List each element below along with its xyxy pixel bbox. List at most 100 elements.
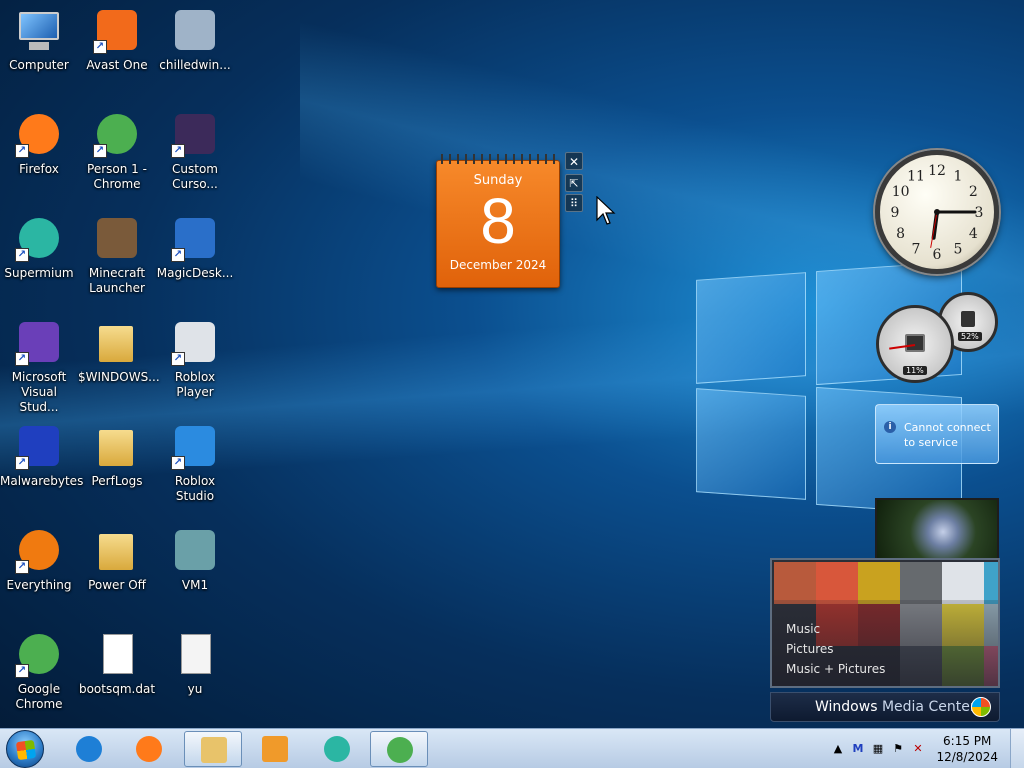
desktop-icon-label: Person 1 - Chrome bbox=[87, 162, 147, 191]
vm-icon bbox=[171, 526, 219, 574]
media-center-title-bold: Windows bbox=[815, 699, 878, 715]
media-center-title-light: Media Center bbox=[877, 699, 976, 715]
media-menu-music-pictures[interactable]: Music + Pictures bbox=[786, 662, 885, 676]
desktop-icon-malwarebytes[interactable]: ↗ Malwarebytes bbox=[0, 422, 84, 489]
clock-numeral: 7 bbox=[912, 241, 921, 257]
gadget-close-button[interactable]: ✕ bbox=[565, 152, 583, 170]
desktop-icon-label: Power Off bbox=[88, 578, 146, 592]
shortcut-arrow-icon: ↗ bbox=[15, 352, 29, 366]
cpu-chip-icon bbox=[905, 334, 925, 352]
media-tile bbox=[858, 562, 900, 604]
taskbar-media-player-button[interactable] bbox=[246, 731, 304, 767]
weather-message-line1: Cannot connect bbox=[904, 421, 991, 434]
desktop-icon-label: Malwarebytes bbox=[0, 474, 84, 488]
shortcut-arrow-icon: ↗ bbox=[15, 456, 29, 470]
taskbar-chrome-button[interactable] bbox=[370, 731, 428, 767]
taskbar-firefox-button[interactable] bbox=[120, 731, 178, 767]
system-tray: ▲ M ▦ ⚑ ✕ 6:15 PM 12/8/2024 bbox=[814, 729, 1024, 768]
cpu-percent: 11% bbox=[903, 366, 927, 375]
desktop-icon-custom-curso[interactable]: ↗ Custom Curso... bbox=[156, 110, 234, 192]
clock-numeral: 11 bbox=[907, 169, 925, 185]
clock-numeral: 4 bbox=[969, 226, 978, 242]
desktop-icon-avast-one[interactable]: ↗ Avast One bbox=[78, 6, 156, 73]
memory-percent: 52% bbox=[958, 332, 982, 341]
gadget-resize-button[interactable]: ⇱ bbox=[565, 174, 583, 192]
minecraft-icon bbox=[93, 214, 141, 262]
shortcut-arrow-icon: ↗ bbox=[171, 144, 185, 158]
text-file-icon bbox=[171, 630, 219, 678]
folder-icon bbox=[93, 422, 141, 470]
clock-numeral: 1 bbox=[954, 169, 963, 185]
taskbar-explorer-button[interactable] bbox=[184, 731, 242, 767]
clock-numeral: 10 bbox=[892, 184, 910, 200]
desktop-icon-label: Custom Curso... bbox=[172, 162, 218, 191]
media-tile bbox=[984, 562, 998, 604]
desktop-icon-label: yu bbox=[187, 682, 203, 696]
window-app-icon bbox=[171, 6, 219, 54]
roblox-icon: ↗ bbox=[171, 318, 219, 366]
media-menu-music[interactable]: Music bbox=[786, 622, 820, 636]
desktop-icon-roblox-player[interactable]: ↗ Roblox Player bbox=[156, 318, 234, 400]
desktop-icon-magicdesk[interactable]: ↗ MagicDesk... bbox=[156, 214, 234, 281]
desktop-icon-yu[interactable]: yu bbox=[156, 630, 234, 697]
folder-icon bbox=[93, 526, 141, 574]
clock-numeral: 12 bbox=[928, 163, 946, 179]
calendar-day-number: 8 bbox=[480, 185, 516, 257]
calendar-month-year: December 2024 bbox=[449, 258, 547, 272]
clock-numeral: 5 bbox=[954, 241, 963, 257]
clock-numeral: 6 bbox=[933, 247, 942, 263]
calendar-gadget[interactable]: Sunday 8 December 2024 bbox=[436, 154, 560, 288]
windows-orb-icon bbox=[971, 697, 991, 717]
volume-muted-icon[interactable]: ✕ bbox=[910, 741, 926, 757]
desktop-icon-label: MagicDesk... bbox=[156, 266, 234, 280]
desktop-icon-person-1-chrome[interactable]: ↗ Person 1 - Chrome bbox=[78, 110, 156, 192]
desktop-icon-computer[interactable]: Computer bbox=[0, 6, 78, 73]
desktop-icon-label: Minecraft Launcher bbox=[88, 266, 146, 295]
desktop-icon-label: Computer bbox=[9, 58, 69, 72]
network-icon[interactable]: ▦ bbox=[870, 741, 886, 757]
desktop-icon-roblox-studio[interactable]: ↗ Roblox Studio bbox=[156, 422, 234, 504]
desktop-icon-windows[interactable]: $WINDOWS... bbox=[78, 318, 160, 385]
start-button[interactable] bbox=[6, 730, 44, 768]
gadget-drag-handle[interactable]: ⠿ bbox=[565, 194, 583, 212]
desktop-icon-power-off[interactable]: Power Off bbox=[78, 526, 156, 593]
taskbar-clock[interactable]: 6:15 PM 12/8/2024 bbox=[936, 733, 998, 765]
clock-face: 12 1234567891011 bbox=[891, 163, 984, 263]
desktop-icon-label: VM1 bbox=[181, 578, 209, 592]
taskbar-date: 12/8/2024 bbox=[936, 750, 998, 764]
everything-icon: ↗ bbox=[15, 526, 63, 574]
media-tile bbox=[942, 562, 984, 604]
shortcut-arrow-icon: ↗ bbox=[93, 40, 107, 54]
desktop-icon-perflogs[interactable]: PerfLogs bbox=[78, 422, 156, 489]
magicdesk-icon: ↗ bbox=[171, 214, 219, 262]
malwarebytes-tray-icon[interactable]: M bbox=[850, 741, 866, 757]
action-center-flag-icon[interactable]: ⚑ bbox=[890, 741, 906, 757]
desktop-icon-label: Microsoft Visual Stud... bbox=[11, 370, 67, 414]
desktop-icon-google-chrome[interactable]: ↗ Google Chrome bbox=[0, 630, 78, 712]
desktop-icon-bootsqm-dat[interactable]: bootsqm.dat bbox=[78, 630, 156, 697]
show-desktop-button[interactable] bbox=[1010, 729, 1024, 768]
desktop-icon-firefox[interactable]: ↗ Firefox bbox=[0, 110, 78, 177]
slideshow-gadget[interactable] bbox=[875, 498, 999, 560]
media-center-brand-bar[interactable]: Windows Media Center bbox=[770, 692, 1000, 722]
desktop-icon-vm1[interactable]: VM1 bbox=[156, 526, 234, 593]
computer-icon bbox=[15, 6, 63, 54]
media-menu-pictures[interactable]: Pictures bbox=[786, 642, 834, 656]
tray-expand-chevron-icon[interactable]: ▲ bbox=[830, 741, 846, 757]
desktop-icon-chilledwin[interactable]: chilledwin... bbox=[156, 6, 234, 73]
desktop-icon-minecraft-launcher[interactable]: Minecraft Launcher bbox=[78, 214, 156, 296]
taskbar-ie-button[interactable] bbox=[60, 731, 118, 767]
desktop-icon-supermium[interactable]: ↗ Supermium bbox=[0, 214, 78, 281]
info-icon: i bbox=[884, 421, 896, 433]
desktop-icon-everything[interactable]: ↗ Everything bbox=[0, 526, 78, 593]
shortcut-arrow-icon: ↗ bbox=[15, 248, 29, 262]
shortcut-arrow-icon: ↗ bbox=[171, 352, 185, 366]
taskbar-supermium-button[interactable] bbox=[308, 731, 366, 767]
media-tile bbox=[774, 562, 816, 604]
clock-gadget[interactable]: 12 1 2 3 4 5 6 7 8 9 10 11 bbox=[875, 150, 999, 274]
weather-gadget[interactable]: i Cannot connect to service bbox=[875, 404, 999, 464]
desktop-icon-microsoft-visual-stud[interactable]: ↗ Microsoft Visual Stud... bbox=[0, 318, 78, 415]
mouse-cursor-icon bbox=[596, 196, 616, 225]
media-center-gadget[interactable]: Music Pictures Music + Pictures bbox=[770, 558, 1000, 688]
chrome-profile-icon: ↗ bbox=[93, 110, 141, 158]
